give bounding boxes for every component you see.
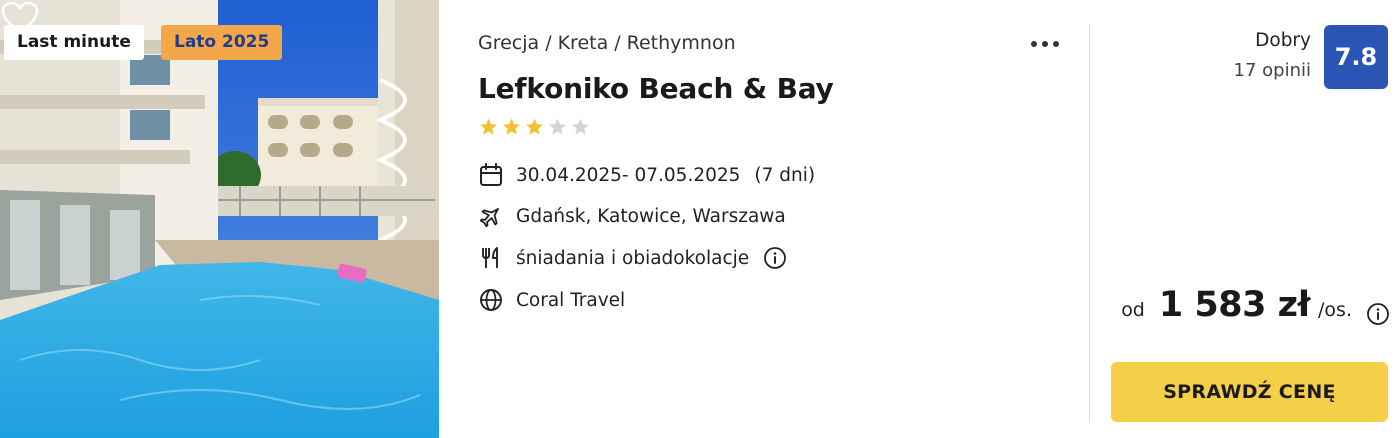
price-amount: 1 583 zł [1158,285,1311,325]
airplane-icon [479,208,499,228]
hotel-stars [478,117,591,137]
board-type: śniadania i obiadokolacje [516,247,750,269]
offer-card[interactable]: Last minute Lato 2025 Grecja / Kreta / Rethy… [0,0,1400,438]
board-row: śniadania i obiadokolacje [478,245,787,271]
breadcrumb-separator: / [545,32,552,54]
star-filled-icon [526,118,543,135]
trip-duration: (7 dni) [754,164,816,186]
star-empty-icon [549,118,566,135]
check-price-button[interactable]: SPRAWDŹ CENĘ [1111,362,1388,422]
star-filled-icon [480,118,497,135]
breadcrumb: Grecja / Kreta / Rethymnon [478,32,736,54]
review-count[interactable]: 17 opinii [1234,60,1311,81]
rating-label: Dobry [1255,30,1311,51]
column-divider [1089,24,1090,422]
globe-icon [480,289,502,311]
heart-outline-icon[interactable] [0,0,40,36]
season-badge: Lato 2025 [161,25,283,60]
price-suffix: /os. [1318,299,1352,321]
breadcrumb-country: Grecja [478,32,540,54]
rating-score-badge: 7.8 [1324,25,1388,89]
hotel-photo[interactable]: Last minute Lato 2025 [0,0,439,438]
info-circle-icon[interactable] [1366,302,1390,326]
breadcrumb-separator: / [614,32,621,54]
dates-row: 30.04.2025- 07.05.2025 (7 dni) [478,162,815,188]
departures-row: Gdańsk, Katowice, Warszawa [478,203,786,229]
star-empty-icon [572,118,589,135]
info-circle-icon[interactable] [763,246,787,270]
star-filled-icon [503,118,520,135]
breadcrumb-city: Rethymnon [626,32,736,54]
organizer-row: Coral Travel [478,287,625,313]
trip-dates: 30.04.2025- 07.05.2025 [516,164,741,186]
price-block: od 1 583 zł /os. [1121,285,1352,325]
calendar-icon [480,163,502,186]
tour-operator: Coral Travel [516,289,626,311]
fork-knife-icon [482,247,498,268]
departure-cities: Gdańsk, Katowice, Warszawa [516,205,786,227]
more-dots-icon[interactable] [1028,32,1064,56]
hotel-name[interactable]: Lefkoniko Beach & Bay [478,72,834,105]
hotel-pool-image [0,0,439,438]
offer-details: Grecja / Kreta / Rethymnon Lefkoniko Beach &… [478,0,1078,438]
price-prefix: od [1121,299,1145,321]
breadcrumb-region: Kreta [557,32,609,54]
